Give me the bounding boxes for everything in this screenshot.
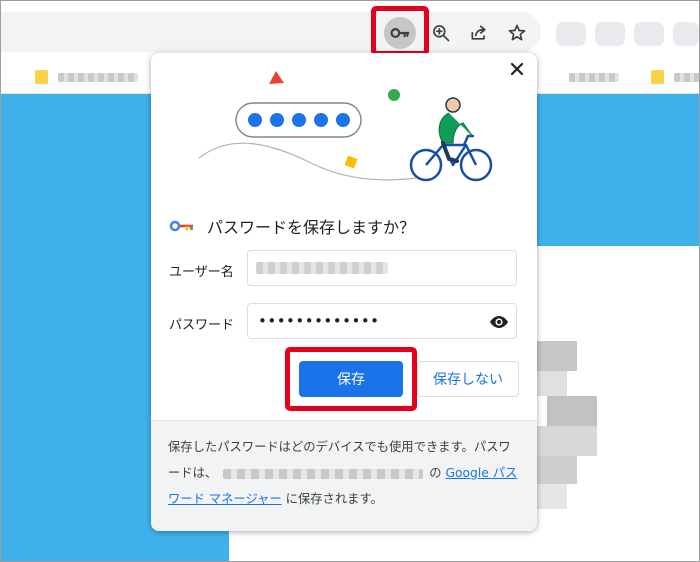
browser-toolbar [1,1,699,61]
save-password-dialog: パスワードを保存しますか？ ユーザー名 パスワード ••••••••••••• … [151,53,537,531]
browser-window: パスワードを保存しますか？ ユーザー名 パスワード ••••••••••••• … [0,0,700,562]
bookmark-item[interactable] [651,70,699,84]
extension-button[interactable] [634,22,664,46]
page-banner-right [535,93,699,246]
password-value: ••••••••••••• [258,312,380,330]
dialog-title-row: パスワードを保存しますか？ [169,214,415,238]
address-bar[interactable] [1,12,541,52]
username-label: ユーザー名 [169,265,234,280]
username-value-redacted [256,262,388,274]
extension-button[interactable] [673,22,699,46]
footer-text-2: の [429,466,442,480]
zoom-in-icon[interactable] [425,17,457,49]
google-key-icon [169,220,193,232]
footer-text-3: に保存されます。 [285,492,383,506]
dialog-title: パスワードを保存しますか？ [207,218,416,237]
eye-icon[interactable] [488,311,510,333]
bookmark-item[interactable] [569,70,619,84]
username-field[interactable] [247,250,517,286]
dialog-footer: 保存したパスワードはどのデバイスでも使用できます。パスワードは、の Google… [151,420,537,531]
password-field[interactable]: ••••••••••••• [247,303,517,339]
password-illustration [198,71,493,182]
footer-text: 保存したパスワードはどのデバイスでも使用できます。パスワードは、の Google… [168,434,522,512]
star-icon[interactable] [501,17,533,49]
folder-icon [651,70,664,84]
share-icon[interactable] [463,17,495,49]
folder-icon [35,70,48,84]
dont-save-button[interactable]: 保存しない [417,361,519,397]
extension-button[interactable] [556,22,586,46]
bookmark-item[interactable] [35,70,138,84]
save-button-highlight [285,347,417,411]
account-email-redacted [223,468,424,479]
extension-button[interactable] [595,22,625,46]
key-icon-highlight [371,6,429,56]
password-label: パスワード [169,318,235,333]
